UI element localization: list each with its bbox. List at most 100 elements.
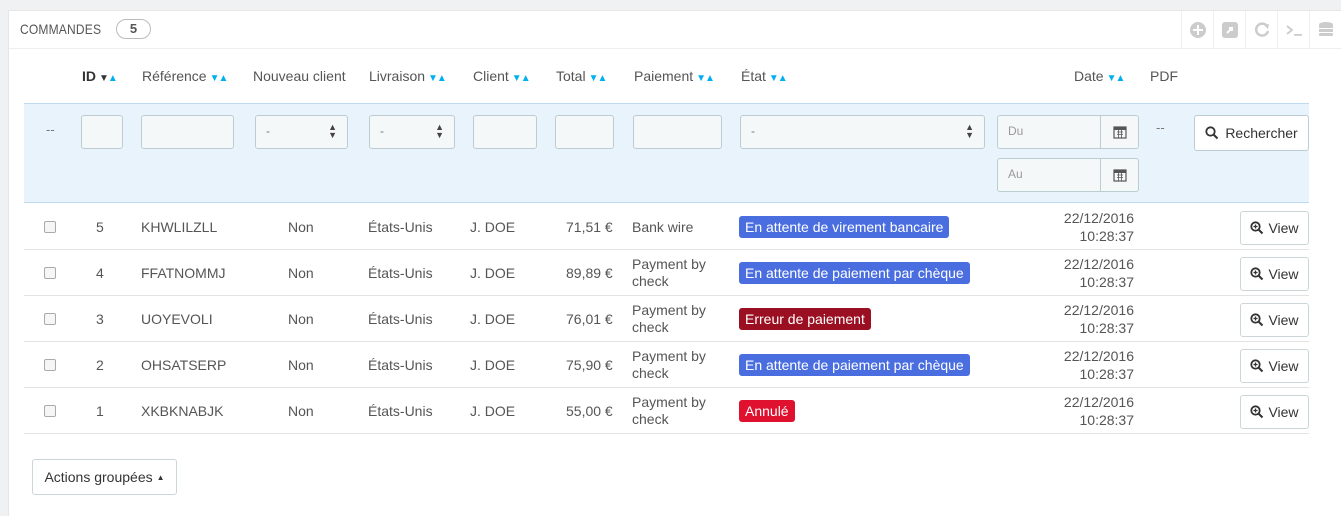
view-order-button[interactable]: View bbox=[1240, 349, 1309, 383]
order-date: 22/12/2016 10:28:37 bbox=[1063, 302, 1134, 336]
delivery-filter-select[interactable]: - ▲ ▼ bbox=[369, 115, 455, 149]
sort-arrows-icon[interactable]: ▼▲ bbox=[99, 73, 118, 84]
client-name: J. DOE bbox=[470, 403, 516, 419]
caret-up-icon: ▲ bbox=[156, 472, 165, 482]
column-header-state[interactable]: État ▼▲ bbox=[741, 68, 788, 84]
view-order-button[interactable]: View bbox=[1240, 257, 1309, 291]
search-button[interactable]: Rechercher bbox=[1194, 115, 1309, 151]
reference-filter-input[interactable] bbox=[141, 115, 234, 149]
export-button[interactable] bbox=[1213, 11, 1245, 49]
delivery-country: États-Unis bbox=[368, 357, 433, 373]
total-filter-input[interactable] bbox=[555, 115, 614, 149]
order-date: 22/12/2016 10:28:37 bbox=[1063, 210, 1134, 244]
calendar-icon bbox=[1112, 169, 1127, 182]
sort-arrows-icon[interactable]: ▼▲ bbox=[769, 73, 788, 84]
new-client-filter-select[interactable]: - ▲ ▼ bbox=[255, 115, 348, 149]
order-date: 22/12/2016 10:28:37 bbox=[1063, 348, 1134, 382]
table-row[interactable]: 2 OHSATSERP Non États-Unis J. DOE 75,90 … bbox=[24, 342, 1309, 388]
add-new-button[interactable] bbox=[1181, 11, 1213, 49]
row-checkbox[interactable] bbox=[44, 313, 56, 325]
order-total: 71,51 € bbox=[566, 219, 613, 235]
client-name: J. DOE bbox=[470, 357, 516, 373]
table-row[interactable]: 5 KHWLILZLL Non États-Unis J. DOE 71,51 … bbox=[24, 204, 1309, 250]
refresh-icon bbox=[1254, 22, 1269, 37]
row-checkbox[interactable] bbox=[44, 267, 56, 279]
sort-arrows-icon[interactable]: ▼▲ bbox=[210, 73, 229, 84]
order-total: 75,90 € bbox=[566, 357, 613, 373]
payment-filter-input[interactable] bbox=[633, 115, 722, 149]
date-from-calendar-button[interactable] bbox=[1101, 115, 1139, 149]
zoom-in-icon bbox=[1250, 221, 1264, 235]
payment-method: Payment by check bbox=[632, 394, 706, 427]
state-filter-select[interactable]: - ▲ ▼ bbox=[740, 115, 985, 149]
client-name: J. DOE bbox=[470, 311, 516, 327]
orders-count-badge: 5 bbox=[116, 19, 151, 39]
row-checkbox[interactable] bbox=[44, 405, 56, 417]
new-client-value: Non bbox=[288, 219, 314, 235]
sql-query-button[interactable] bbox=[1277, 11, 1309, 49]
bulk-actions-button[interactable]: Actions groupées ▲ bbox=[32, 459, 177, 495]
new-client-value: Non bbox=[288, 357, 314, 373]
sort-arrows-icon[interactable]: ▼▲ bbox=[1107, 73, 1126, 84]
view-order-button[interactable]: View bbox=[1240, 303, 1309, 337]
column-header-reference[interactable]: Référence ▼▲ bbox=[142, 68, 229, 84]
sort-arrows-icon[interactable]: ▼▲ bbox=[428, 73, 447, 84]
calendar-icon bbox=[1112, 126, 1127, 139]
pdf-filter-dash: -- bbox=[1156, 120, 1165, 135]
column-header-delivery[interactable]: Livraison ▼▲ bbox=[369, 68, 447, 84]
table-row[interactable]: 3 UOYEVOLI Non États-Unis J. DOE 76,01 €… bbox=[24, 296, 1309, 342]
select-arrows-icon: ▲ ▼ bbox=[965, 122, 974, 140]
id-filter-input[interactable] bbox=[81, 115, 123, 149]
sql-icon bbox=[1285, 25, 1302, 36]
add-icon bbox=[1189, 22, 1206, 38]
row-checkbox[interactable] bbox=[44, 359, 56, 371]
client-name: J. DOE bbox=[470, 219, 516, 235]
column-header-id[interactable]: ID ▼▲ bbox=[82, 68, 118, 84]
table-row[interactable]: 4 FFATNOMMJ Non États-Unis J. DOE 89,89 … bbox=[24, 250, 1309, 296]
date-to-input[interactable]: Au bbox=[997, 158, 1101, 192]
view-order-button[interactable]: View bbox=[1240, 395, 1309, 429]
zoom-in-icon bbox=[1250, 359, 1264, 373]
order-state-badge: En attente de paiement par chèque bbox=[739, 262, 970, 284]
order-id: 3 bbox=[96, 311, 104, 327]
order-reference: OHSATSERP bbox=[141, 357, 227, 373]
payment-method: Bank wire bbox=[632, 218, 694, 235]
order-date: 22/12/2016 10:28:37 bbox=[1063, 394, 1134, 428]
order-state-badge: En attente de virement bancaire bbox=[739, 216, 950, 238]
order-state-badge: En attente de paiement par chèque bbox=[739, 354, 970, 376]
export-icon bbox=[1221, 22, 1238, 38]
order-total: 89,89 € bbox=[566, 265, 613, 281]
sort-arrows-icon[interactable]: ▼▲ bbox=[696, 73, 715, 84]
refresh-button[interactable] bbox=[1245, 11, 1277, 49]
select-arrows-icon: ▲ ▼ bbox=[435, 122, 444, 140]
column-header-payment[interactable]: Paiement ▼▲ bbox=[634, 68, 715, 84]
column-header-client[interactable]: Client ▼▲ bbox=[473, 68, 531, 84]
column-header-pdf: PDF bbox=[1150, 68, 1178, 84]
order-total: 76,01 € bbox=[566, 311, 613, 327]
table-row[interactable]: 1 XKBKNABJK Non États-Unis J. DOE 55,00 … bbox=[24, 388, 1309, 434]
order-reference: XKBKNABJK bbox=[141, 403, 224, 419]
date-from-input[interactable]: Du bbox=[997, 115, 1101, 149]
client-filter-input[interactable] bbox=[473, 115, 537, 149]
database-icon bbox=[1318, 22, 1333, 36]
sort-arrows-icon[interactable]: ▼▲ bbox=[589, 73, 608, 84]
delivery-country: États-Unis bbox=[368, 403, 433, 419]
order-state-badge: Annulé bbox=[739, 400, 795, 422]
row-checkbox[interactable] bbox=[44, 221, 56, 233]
order-total: 55,00 € bbox=[566, 403, 613, 419]
order-date: 22/12/2016 10:28:37 bbox=[1063, 256, 1134, 290]
new-client-value: Non bbox=[288, 265, 314, 281]
view-order-button[interactable]: View bbox=[1240, 211, 1309, 245]
order-reference: KHWLILZLL bbox=[141, 219, 218, 235]
payment-method: Payment by check bbox=[632, 348, 706, 381]
date-to-calendar-button[interactable] bbox=[1101, 158, 1139, 192]
column-header-total[interactable]: Total ▼▲ bbox=[556, 68, 608, 84]
search-icon bbox=[1205, 126, 1219, 140]
payment-method: Payment by check bbox=[632, 256, 706, 289]
sql-manager-button[interactable] bbox=[1309, 11, 1341, 49]
order-id: 1 bbox=[96, 403, 104, 419]
select-arrows-icon: ▲ ▼ bbox=[328, 122, 337, 140]
column-header-date[interactable]: Date ▼▲ bbox=[1074, 68, 1126, 84]
payment-method: Payment by check bbox=[632, 302, 706, 335]
sort-arrows-icon[interactable]: ▼▲ bbox=[512, 73, 531, 84]
